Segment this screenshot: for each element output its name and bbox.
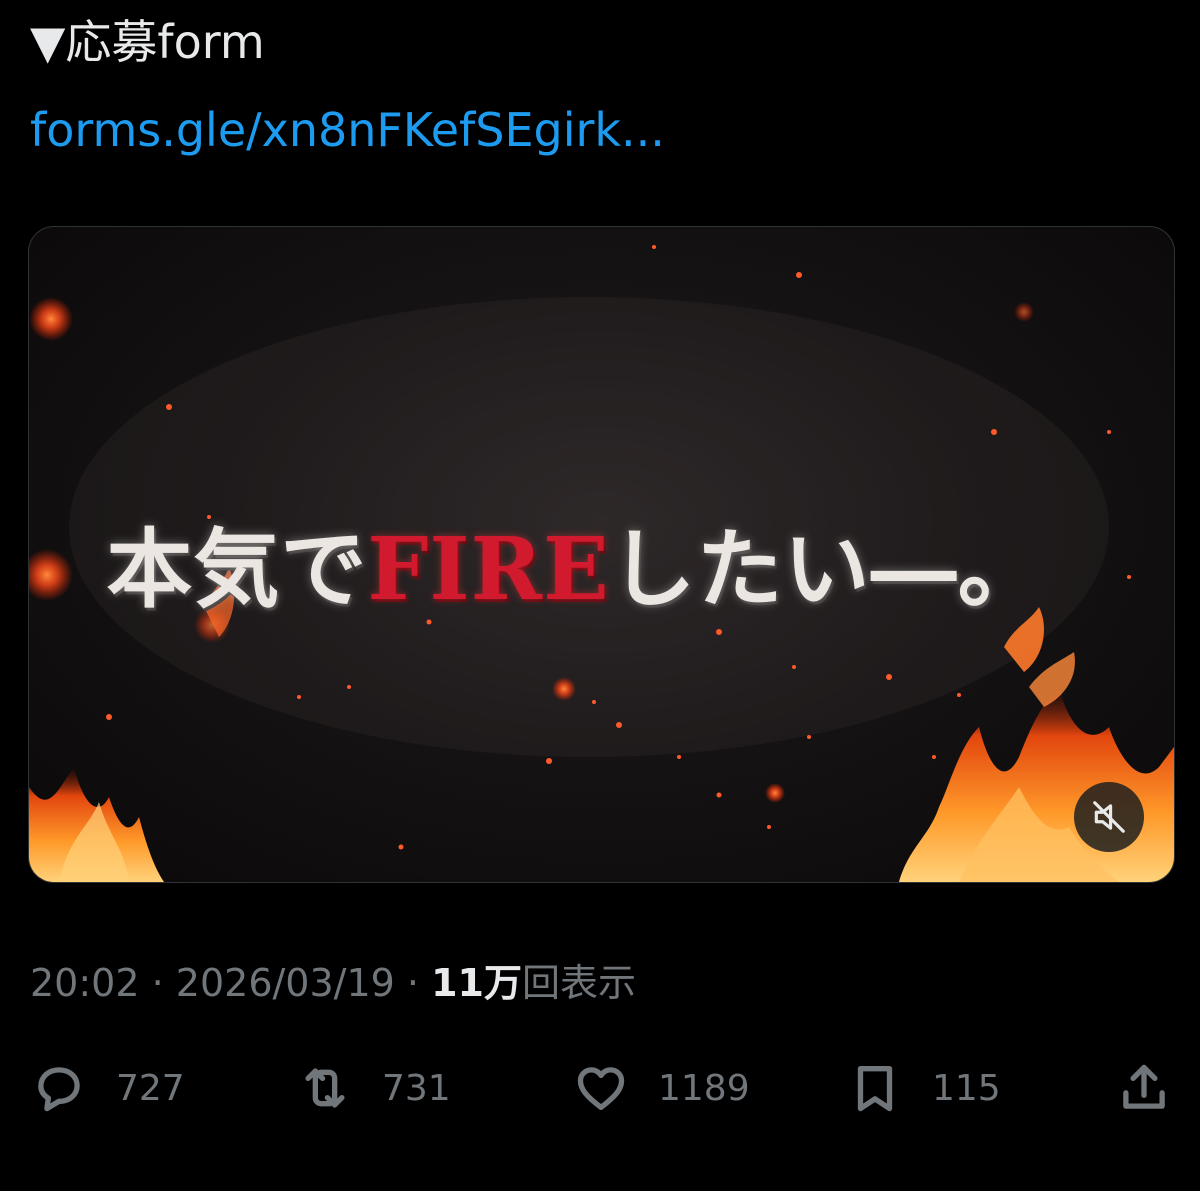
reply-bubble-icon [38, 1067, 80, 1112]
action-bar: 727 731 1189 115 [0, 1058, 1200, 1118]
views-label: 回表示 [522, 961, 637, 1005]
tweet-date[interactable]: 2026/03/19 [176, 961, 395, 1005]
meta-separator: · [406, 961, 420, 1005]
retweet-count: 731 [382, 1067, 451, 1109]
retweet-button[interactable]: 731 [296, 1058, 451, 1118]
bookmark-count: 115 [932, 1067, 1001, 1109]
video-player[interactable]: 本気でFIREしたい―。 [28, 226, 1175, 883]
like-button[interactable]: 1189 [572, 1058, 750, 1118]
retweet-icon [305, 1068, 345, 1108]
tweet-link[interactable]: forms.gle/xn8nFKefSEgirk... [30, 103, 665, 157]
meta-separator: · [151, 961, 164, 1005]
speaker-muted-icon [1093, 801, 1125, 833]
tweet-meta: 20:02 · 2026/03/19 · 11万回表示 [30, 958, 636, 1008]
headline-highlight: FIRE [367, 519, 610, 620]
reply-count: 727 [116, 1067, 185, 1109]
heart-icon [577, 1067, 625, 1110]
tweet-time[interactable]: 20:02 [30, 961, 140, 1005]
bookmark-icon [857, 1066, 893, 1112]
mute-button[interactable] [1074, 782, 1144, 852]
views-count: 11万 [431, 961, 522, 1005]
share-button[interactable] [1115, 1058, 1173, 1118]
share-icon [1123, 1064, 1165, 1109]
video-headline: 本気でFIREしたい―。 [29, 499, 1148, 624]
headline-text-2: したい―。 [609, 519, 1045, 620]
bookmark-button[interactable]: 115 [846, 1058, 1001, 1118]
like-count: 1189 [658, 1067, 750, 1109]
tweet-text: ▼応募form forms.gle/xn8nFKefSEgirk... [30, 10, 665, 162]
tweet-text-line: ▼応募form [30, 15, 265, 69]
reply-button[interactable]: 727 [30, 1058, 185, 1118]
headline-text-1: 本気で [106, 519, 368, 620]
